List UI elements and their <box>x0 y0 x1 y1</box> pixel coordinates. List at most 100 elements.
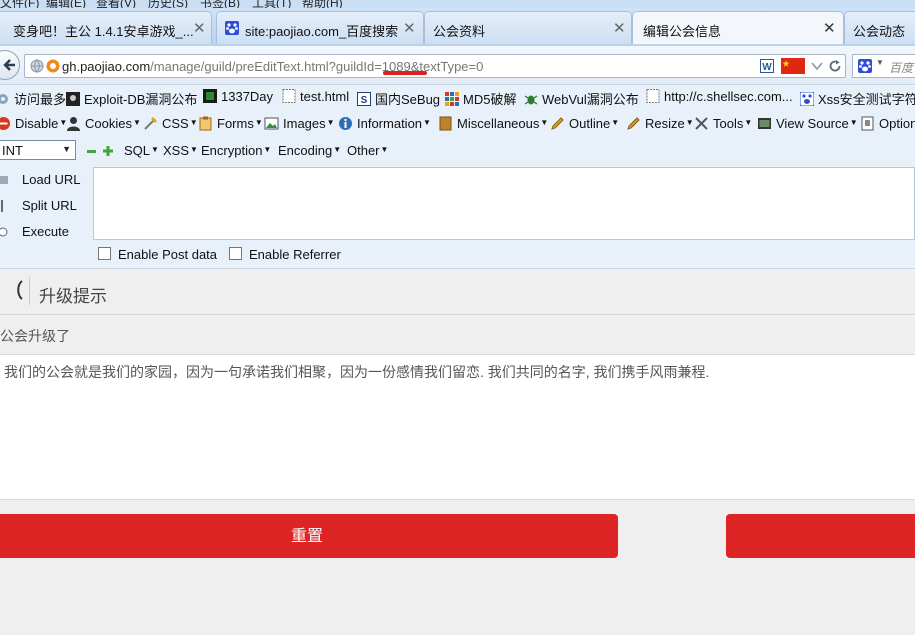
tab-close-icon[interactable]: ✕ <box>823 19 836 37</box>
webdev-options[interactable]: Options <box>860 116 915 131</box>
hackbar-split-url[interactable]: Split URL <box>0 198 77 213</box>
tab-label: site:paojiao.com_百度搜索 <box>245 24 399 39</box>
bookmark-sebug[interactable]: S 国内SeBug <box>357 89 440 108</box>
menu-history[interactable]: 历史(S) <box>148 0 188 8</box>
webdev-cookies[interactable]: Cookies▼ <box>66 116 141 131</box>
webdev-label: Forms <box>217 116 254 131</box>
webdev-outline[interactable]: Outline▼ <box>550 116 619 131</box>
bookmark-1337day[interactable]: 1337Day <box>203 89 273 104</box>
bookmark-md5[interactable]: MD5破解 <box>445 89 516 108</box>
hackbar-type-select[interactable]: INT ▼ <box>0 140 76 160</box>
enable-post-data-checkbox[interactable]: Enable Post data <box>98 247 217 262</box>
bookmark-shellsec[interactable]: http://c.shellsec.com... <box>646 89 793 104</box>
tab-label: 编辑公会信息 <box>643 24 722 39</box>
grid-icon <box>445 92 459 106</box>
bookmark-label: Xss安全测试字符 <box>818 92 915 107</box>
webdev-information[interactable]: Information▼ <box>338 116 431 131</box>
tab-game[interactable]: 变身吧！主公 1.4.1安卓游戏_... ✕ <box>0 11 212 44</box>
hackbar-menu-xss[interactable]: XSS▼ <box>163 143 198 158</box>
menu-bookmarks[interactable]: 书签(B) <box>200 0 240 8</box>
page-content: 升级提示 公会升级了 我们的公会就是我们的家园，因为一句承诺我们相聚，因为一份感… <box>0 269 915 635</box>
webdev-tools[interactable]: Tools▼ <box>694 116 752 131</box>
word-icon[interactable]: W <box>760 59 774 73</box>
images-icon <box>264 117 279 130</box>
site-favicon-icon <box>46 59 60 73</box>
exploitdb-icon <box>66 92 80 106</box>
dropdown-arrow-icon[interactable] <box>811 61 823 71</box>
hackbar-menu-label: Encoding <box>278 143 333 158</box>
tab-guild-profile[interactable]: 公会资料 ✕ <box>424 11 632 44</box>
back-button[interactable] <box>0 50 20 80</box>
hackbar-menu-encryption[interactable]: Encryption▼ <box>201 143 271 158</box>
webdev-disable[interactable]: Disable▼ <box>0 116 67 131</box>
url-bar[interactable]: gh.paojiao.com/manage/guild/preEditText.… <box>24 54 846 78</box>
svg-text:W: W <box>762 62 772 73</box>
globe-icon <box>30 59 44 73</box>
enable-referrer-checkbox[interactable]: Enable Referrer <box>229 247 341 262</box>
hackbar-menu-sql[interactable]: SQL▼ <box>124 143 159 158</box>
bookmark-test-html[interactable]: test.html <box>282 89 349 104</box>
china-flag-icon <box>781 58 805 74</box>
checkbox-label: Enable Referrer <box>249 247 341 262</box>
page-title: 升级提示 <box>39 287 107 306</box>
bookmark-label: http://c.shellsec.com... <box>664 89 793 104</box>
minus-icon[interactable] <box>87 147 96 156</box>
webdev-label: Disable <box>15 116 59 131</box>
hackbar-url-textarea[interactable] <box>93 167 915 240</box>
webdev-view-source[interactable]: View Source▼ <box>757 116 858 131</box>
page-back-icon[interactable] <box>14 279 24 301</box>
bookmark-label: MD5破解 <box>463 92 517 107</box>
bookmark-webvul[interactable]: WebVul漏洞公布 <box>524 89 639 108</box>
webdev-miscellaneous[interactable]: Miscellaneous▼ <box>438 116 548 131</box>
hackbar-menu-encoding[interactable]: Encoding▼ <box>278 143 341 158</box>
search-engine-caret-icon[interactable]: ▼ <box>876 58 884 67</box>
search-placeholder: 百度 <box>889 61 914 75</box>
submit-button[interactable] <box>726 514 915 558</box>
hackbar-load-url[interactable]: Load URL <box>0 172 81 187</box>
bookmark-most-visited[interactable]: 访问最多 <box>0 89 66 108</box>
web-developer-toolbar: Disable▼ Cookies▼ CSS▼ Forms▼ Images▼ In… <box>0 111 915 137</box>
webdev-forms[interactable]: Forms▼ <box>198 116 263 131</box>
webdev-label: Resize <box>645 116 685 131</box>
reload-icon[interactable] <box>828 59 842 73</box>
menu-edit[interactable]: 编辑(E) <box>46 0 86 8</box>
load-url-icon <box>0 176 8 184</box>
hackbar-menu-other[interactable]: Other▼ <box>347 143 388 158</box>
menu-help[interactable]: 帮助(H) <box>302 0 343 8</box>
guild-text-field[interactable]: 我们的公会就是我们的家园，因为一句承诺我们相聚，因为一份感情我们留恋. 我们共同… <box>0 354 915 500</box>
sebug-icon: S <box>357 92 371 106</box>
menu-file[interactable]: 文件(F) <box>0 0 39 8</box>
menu-view[interactable]: 查看(V) <box>96 0 136 8</box>
tab-close-icon[interactable]: ✕ <box>403 19 416 37</box>
tab-close-icon[interactable]: ✕ <box>613 19 626 37</box>
bookmarks-bar: 访问最多 Exploit-DB漏洞公布 1337Day test.html S国… <box>0 85 915 111</box>
tab-label: 公会资料 <box>433 24 486 39</box>
bookmark-xss-test[interactable]: Xss安全测试字符 <box>800 89 915 108</box>
tab-close-icon[interactable]: ✕ <box>193 19 206 37</box>
plus-icon[interactable] <box>103 146 113 156</box>
hackbar-options: Enable Post data Enable Referrer <box>0 240 915 269</box>
tab-baidu-search[interactable]: site:paojiao.com_百度搜索 ✕ <box>216 11 424 44</box>
webdev-label: Outline <box>569 116 611 131</box>
webdev-images[interactable]: Images▼ <box>264 116 335 131</box>
reset-button[interactable]: 重置 <box>0 514 618 558</box>
bookmark-exploit-db[interactable]: Exploit-DB漏洞公布 <box>66 89 197 108</box>
webdev-css[interactable]: CSS▼ <box>143 116 198 131</box>
menu-bar: 文件(F) 编辑(E) 查看(V) 历史(S) 书签(B) 工具(T) 帮助(H… <box>0 0 915 8</box>
bookmark-label: Exploit-DB漏洞公布 <box>84 92 198 107</box>
webdev-resize[interactable]: Resize▼ <box>626 116 694 131</box>
guild-notice-label: 公会升级了 <box>0 328 70 344</box>
hackbar-menu-label: Encryption <box>201 143 263 158</box>
split-url-icon <box>1 200 3 212</box>
forms-icon <box>199 116 212 131</box>
webdev-label: Cookies <box>85 116 132 131</box>
info-icon <box>339 117 352 130</box>
hackbar-execute[interactable]: Execute <box>0 224 69 239</box>
search-input[interactable]: ▼ 百度 <box>852 54 915 78</box>
bug-icon <box>524 95 538 105</box>
tab-edit-guild-info[interactable]: 编辑公会信息 ✕ <box>632 11 844 44</box>
url-domain: gh.paojiao.com <box>62 59 151 74</box>
menu-tools[interactable]: 工具(T) <box>252 0 291 8</box>
hackbar-action-label: Execute <box>22 224 69 239</box>
tab-guild-news[interactable]: 公会动态 <box>844 11 915 44</box>
